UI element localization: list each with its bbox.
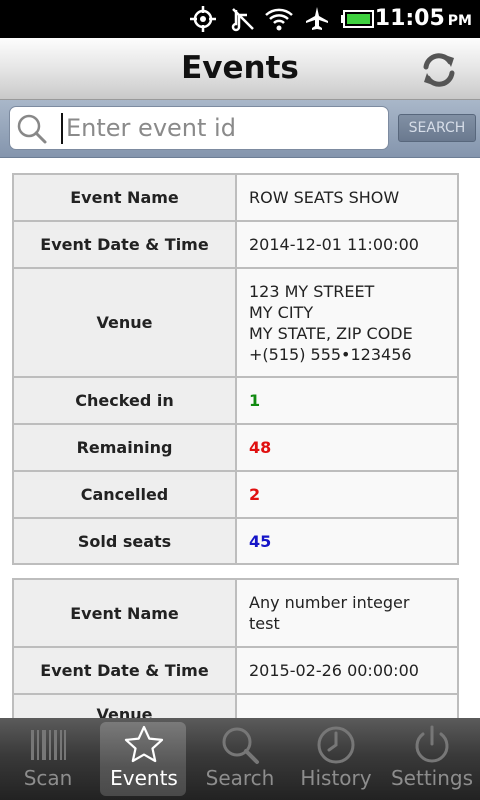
remaining-count: 48 — [235, 423, 459, 472]
refresh-icon[interactable] — [418, 49, 460, 91]
power-icon — [411, 724, 453, 766]
gps-icon — [188, 5, 218, 33]
row-value: 2014-12-01 11:00:00 — [235, 220, 459, 269]
table-row: Event Name Any number integer test — [12, 578, 459, 648]
event-id-input[interactable] — [66, 110, 384, 146]
magnifier-icon — [15, 112, 49, 146]
bottom-tab-bar: Scan Events Search History Settings — [0, 718, 480, 800]
search-bar: SEARCH — [0, 100, 480, 158]
row-label: Sold seats — [12, 517, 237, 565]
search-button[interactable]: SEARCH — [398, 114, 476, 142]
page-title: Events — [181, 50, 299, 86]
venue-line: 123 MY STREET — [249, 281, 375, 301]
table-row: Event Date & Time 2014-12-01 11:00:00 — [12, 220, 459, 269]
battery-icon — [340, 5, 376, 33]
silent-icon — [228, 5, 258, 33]
tab-scan[interactable]: Scan — [0, 718, 96, 800]
event-table[interactable]: Event Name ROW SEATS SHOW Event Date & T… — [12, 173, 459, 565]
row-value — [235, 693, 459, 718]
row-label: Event Name — [12, 173, 237, 222]
tab-settings[interactable]: Settings — [384, 718, 480, 800]
clock-icon — [315, 724, 357, 766]
tab-history[interactable]: History — [288, 718, 384, 800]
venue-line: MY CITY — [249, 302, 314, 322]
tab-label: Events — [110, 766, 178, 790]
table-row: Sold seats 45 — [12, 517, 459, 565]
row-label: Event Name — [12, 578, 237, 648]
row-label: Venue — [12, 693, 237, 718]
row-label: Venue — [12, 267, 237, 378]
tab-search[interactable]: Search — [192, 718, 288, 800]
row-value: Any number integer test — [235, 578, 459, 648]
row-label: Checked in — [12, 376, 237, 425]
airplane-icon — [302, 5, 332, 33]
table-row: Remaining 48 — [12, 423, 459, 472]
barcode-icon — [27, 724, 69, 766]
row-value: 2015-02-26 00:00:00 — [235, 646, 459, 695]
text-cursor — [61, 113, 63, 144]
wifi-icon — [262, 5, 296, 33]
value-line: test — [249, 614, 280, 633]
sold-seats-count: 45 — [235, 517, 459, 565]
table-row: Cancelled 2 — [12, 470, 459, 519]
search-field-container — [9, 106, 389, 150]
clock-time: 11:05 PM — [374, 6, 472, 31]
table-row: Event Name ROW SEATS SHOW — [12, 173, 459, 222]
star-icon — [123, 724, 165, 766]
row-label: Event Date & Time — [12, 646, 237, 695]
row-label: Remaining — [12, 423, 237, 472]
table-row: Checked in 1 — [12, 376, 459, 425]
tab-label: History — [300, 766, 372, 790]
tab-label: Scan — [23, 766, 73, 790]
cancelled-count: 2 — [235, 470, 459, 519]
venue-line: +(515) 555•123456 — [249, 344, 412, 364]
row-label: Cancelled — [12, 470, 237, 519]
row-value: ROW SEATS SHOW — [235, 173, 459, 222]
event-table[interactable]: Event Name Any number integer test Event… — [12, 578, 459, 718]
value-line: Any number integer — [249, 593, 410, 612]
venue-value: 123 MY STREET MY CITY MY STATE, ZIP CODE… — [235, 267, 459, 378]
table-row: Venue — [12, 693, 459, 718]
events-list[interactable]: Event Name ROW SEATS SHOW Event Date & T… — [0, 158, 480, 718]
row-label: Event Date & Time — [12, 220, 237, 269]
tab-label: Settings — [390, 766, 474, 790]
tab-events[interactable]: Events — [96, 718, 192, 800]
title-bar: Events — [0, 38, 480, 100]
tab-label: Search — [205, 766, 275, 790]
table-row: Event Date & Time 2015-02-26 00:00:00 — [12, 646, 459, 695]
search-icon — [219, 724, 261, 766]
venue-line: MY STATE, ZIP CODE — [249, 323, 413, 343]
table-row: Venue 123 MY STREET MY CITY MY STATE, ZI… — [12, 267, 459, 378]
checked-in-count: 1 — [235, 376, 459, 425]
status-bar: 11:05 PM — [0, 0, 480, 38]
